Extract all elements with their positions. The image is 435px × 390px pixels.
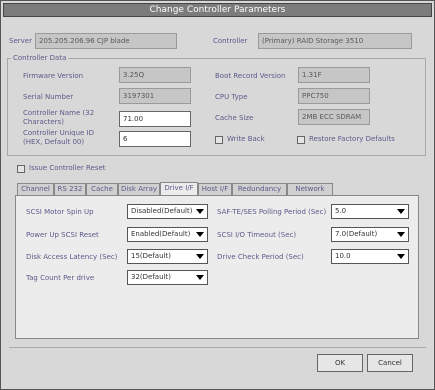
write-back-label: Write Back: [227, 135, 265, 143]
server-field: 205.205.206.96 CJP blade: [35, 33, 177, 49]
window-title: Change Controller Parameters: [149, 5, 286, 15]
polling-period-select[interactable]: 5.0: [331, 204, 409, 219]
controller-unique-id-label: Controller Unique ID (HEX, Default 00): [23, 129, 95, 146]
controller-data-title: Controller Data: [11, 54, 69, 62]
tab-disk-array[interactable]: Disk Array: [118, 183, 160, 195]
title-bar[interactable]: Change Controller Parameters: [3, 3, 432, 17]
power-up-reset-select[interactable]: Enabled(Default): [127, 227, 208, 242]
cpu-type-label: CPU Type: [215, 93, 248, 101]
issue-controller-reset-checkbox[interactable]: [17, 165, 25, 173]
chevron-down-icon: [397, 254, 405, 259]
cpu-type-field: PPC750: [298, 88, 370, 104]
polling-period-label: SAF-TE/SES Polling Period (Sec): [217, 208, 327, 216]
firmware-version-field: 3.25Q: [119, 67, 191, 83]
tab-channel[interactable]: Channel: [17, 183, 54, 195]
io-timeout-label: SCSI I/O Timeout (Sec): [217, 231, 297, 239]
chevron-down-icon: [397, 209, 405, 214]
power-up-reset-label: Power Up SCSI Reset: [26, 231, 99, 239]
controller-field: (Primary) RAID Storage 3510: [258, 33, 412, 49]
io-timeout-select[interactable]: 7.0(Default): [331, 227, 409, 242]
drive-check-period-select[interactable]: 10.0: [331, 249, 409, 264]
boot-record-version-label: Boot Record Version: [215, 72, 286, 80]
cancel-button[interactable]: Cancel: [367, 354, 413, 372]
tab-host-if[interactable]: Host I/F: [198, 183, 232, 195]
spin-up-label: SCSI Motor Spin Up: [26, 208, 94, 216]
power-up-reset-value: Enabled(Default): [131, 230, 191, 238]
restore-factory-defaults-label: Restore Factory Defaults: [309, 135, 395, 143]
change-controller-parameters-window: Change Controller Parameters Server 205.…: [0, 0, 435, 390]
chevron-down-icon: [196, 232, 204, 237]
chevron-down-icon: [196, 209, 204, 214]
serial-number-label: Serial Number: [23, 93, 74, 101]
tab-rs232[interactable]: RS 232: [54, 183, 86, 195]
controller-label: Controller: [213, 37, 248, 45]
controller-name-label: Controller Name (32 Characters): [23, 109, 95, 126]
tab-cache[interactable]: Cache: [86, 183, 118, 195]
ok-button[interactable]: OK: [317, 354, 363, 372]
disk-access-latency-select[interactable]: 15(Default): [127, 249, 208, 264]
tab-redundancy[interactable]: Redundancy: [232, 183, 287, 195]
serial-number-field: 3197301: [119, 88, 191, 104]
chevron-down-icon: [196, 275, 204, 280]
server-label: Server: [9, 37, 32, 45]
disk-access-latency-label: Disk Access Latency (Sec): [26, 253, 118, 261]
chevron-down-icon: [397, 232, 405, 237]
io-timeout-value: 7.0(Default): [335, 230, 378, 238]
tag-count-select[interactable]: 32(Default): [127, 270, 208, 285]
tag-count-label: Tag Count Per drive: [26, 274, 95, 282]
cache-size-label: Cache Size: [215, 114, 254, 122]
bottom-separator: [9, 347, 426, 348]
write-back-checkbox[interactable]: [215, 136, 223, 144]
spin-up-value: Disabled(Default): [131, 207, 193, 215]
restore-factory-defaults-checkbox[interactable]: [297, 136, 305, 144]
tab-drive-if[interactable]: Drive I/F: [160, 182, 198, 195]
controller-unique-id-input[interactable]: 6: [119, 131, 191, 147]
drive-check-period-value: 10.0: [335, 252, 351, 260]
polling-period-value: 5.0: [335, 207, 347, 215]
firmware-version-label: Firmware Version: [23, 72, 84, 80]
chevron-down-icon: [196, 254, 204, 259]
cache-size-field: 2MB ECC SDRAM: [298, 109, 370, 125]
spin-up-select[interactable]: Disabled(Default): [127, 204, 208, 219]
disk-access-latency-value: 15(Default): [131, 252, 171, 260]
boot-record-version-field: 1.31F: [298, 67, 370, 83]
tag-count-value: 32(Default): [131, 273, 171, 281]
tab-network[interactable]: Network: [287, 183, 333, 195]
controller-name-input[interactable]: 71.00: [119, 111, 191, 127]
issue-controller-reset-label: Issue Controller Reset: [29, 164, 106, 172]
drive-check-period-label: Drive Check Period (Sec): [217, 253, 304, 261]
